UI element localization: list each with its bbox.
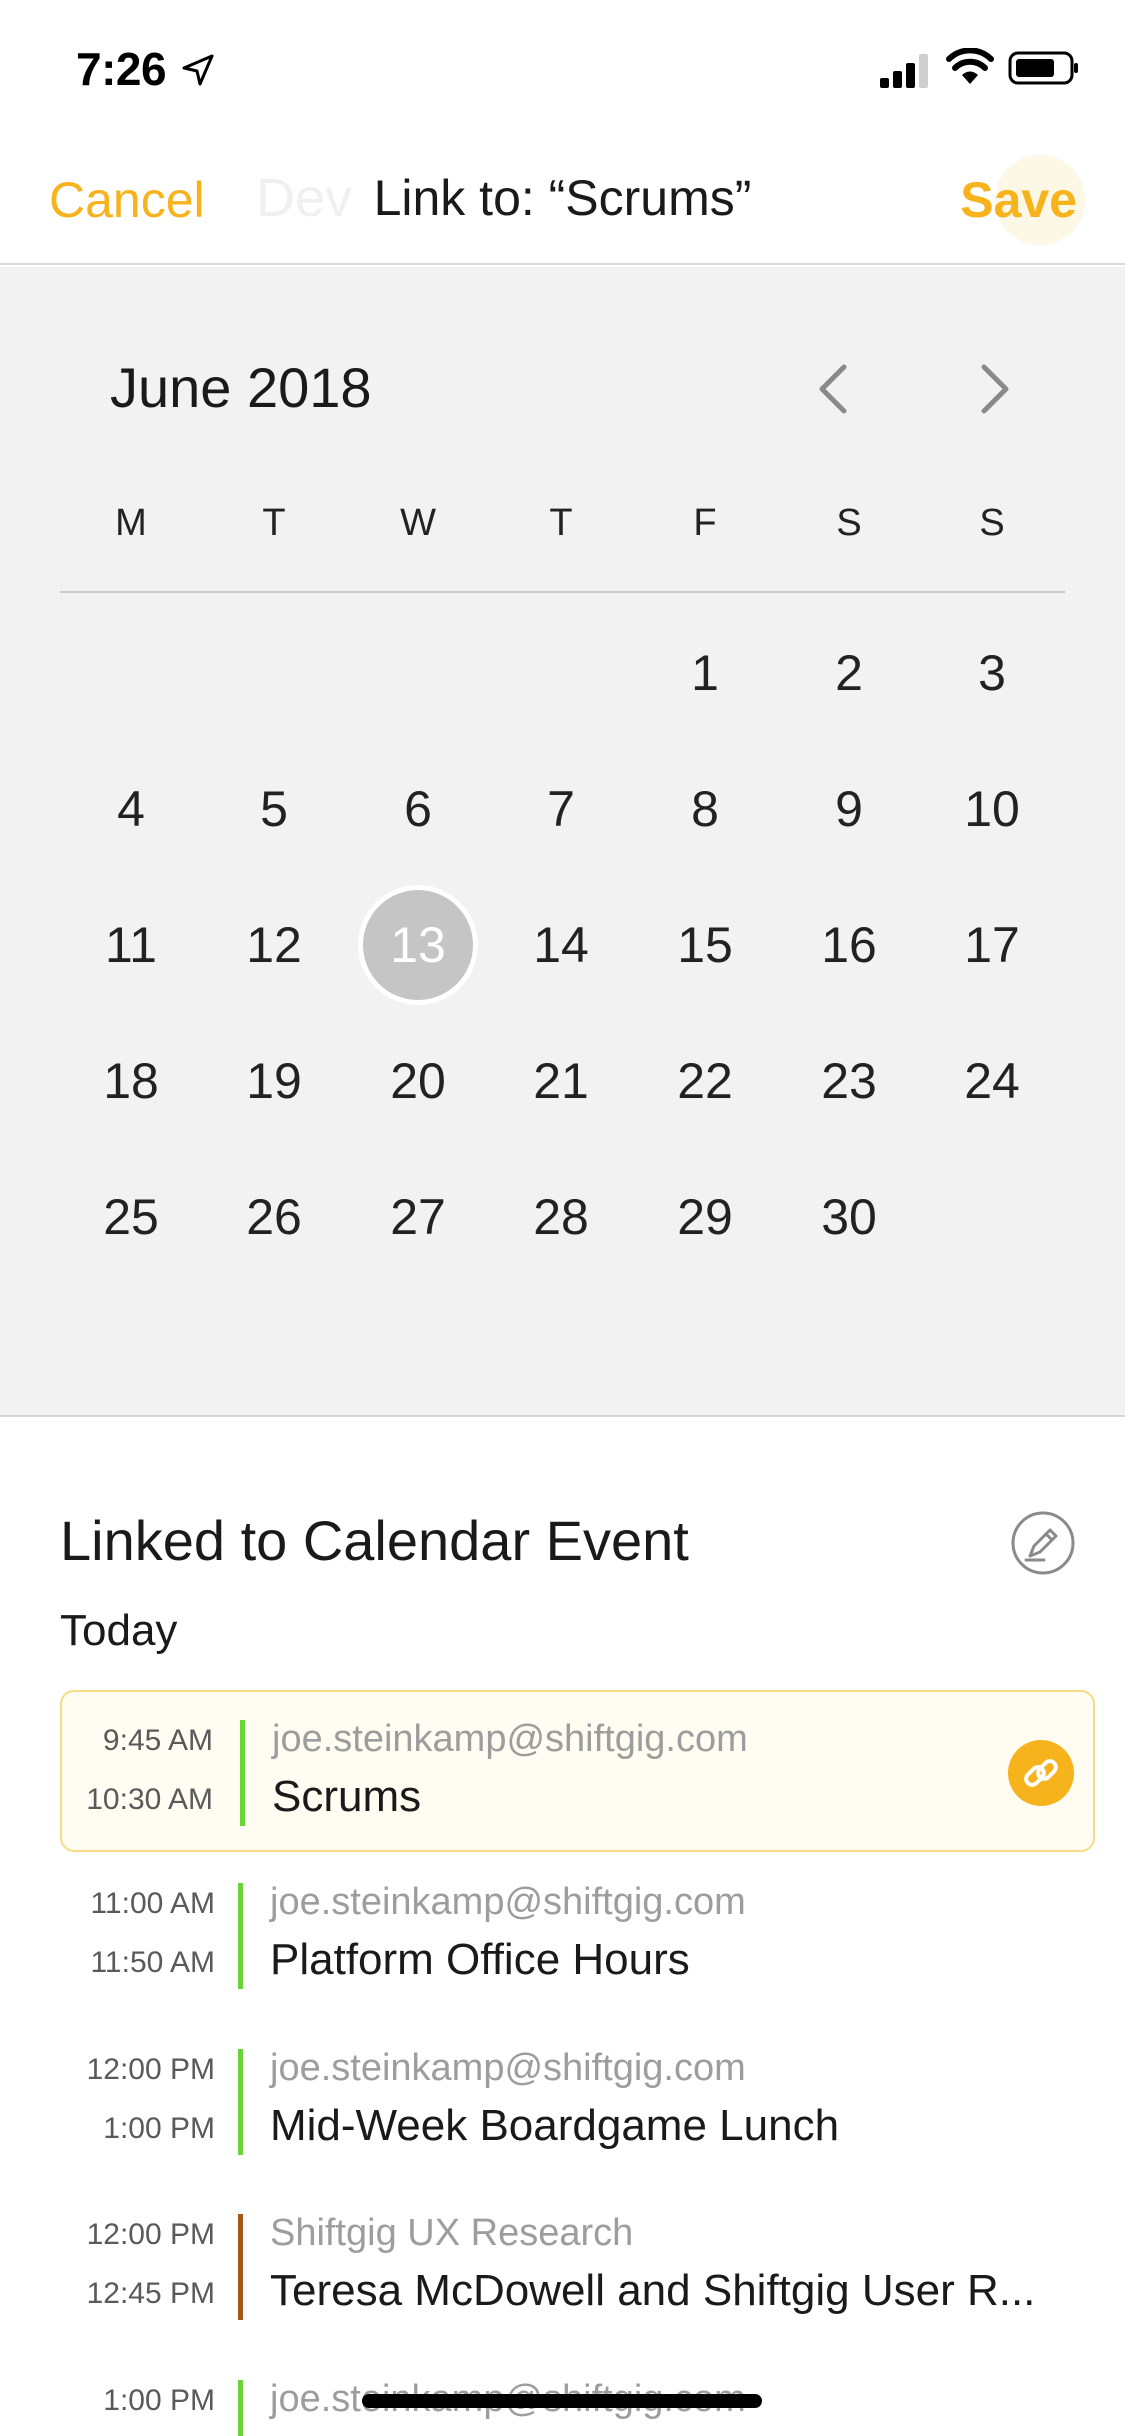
day-grid: 1 2 3 4 5 6 7 8 9 10 11 12 13 14 15 16 17 18 19 20 21 22 23 24 2… <box>0 267 1125 1417</box>
event-start-time: 12:00 PM <box>86 2053 215 2086</box>
calendar-day[interactable]: 11 <box>71 885 191 1005</box>
linked-events-section: Linked to Calendar Event Today 9:45 AM 10… <box>0 1418 1125 2436</box>
calendar-day[interactable]: 20 <box>358 1021 478 1141</box>
calendar-day[interactable]: 4 <box>71 749 191 869</box>
status-time: 7:26 <box>76 43 167 95</box>
event-end-time: 10:30 AM <box>86 1783 213 1816</box>
event-color-bar <box>238 2380 243 2436</box>
event-calendar-name: joe.steinkamp@shiftgig.com <box>270 2047 746 2089</box>
calendar-day[interactable]: 29 <box>645 1157 765 1277</box>
calendar-panel: June 2018 MTWTFSS 1 2 3 4 5 6 7 8 9 10 11 12 13 14 15 1… <box>0 267 1125 1417</box>
calendar-day[interactable]: 1 <box>645 613 765 733</box>
event-title: Platform Office Hours <box>270 1935 690 1984</box>
event-title: Scrums <box>272 1772 422 1821</box>
event-color-bar <box>238 1883 243 1989</box>
calendar-day[interactable]: 8 <box>645 749 765 869</box>
calendar-day[interactable]: 27 <box>358 1157 478 1277</box>
calendar-day[interactable]: 10 <box>932 749 1052 869</box>
location-arrow-icon <box>182 54 214 86</box>
event-start-time: 9:45 AM <box>102 1724 213 1757</box>
calendar-day[interactable]: 14 <box>501 885 621 1005</box>
calendar-day[interactable]: 17 <box>932 885 1052 1005</box>
wifi-icon <box>946 48 994 84</box>
calendar-day[interactable]: 15 <box>645 885 765 1005</box>
section-title: Linked to Calendar Event <box>60 1509 689 1572</box>
calendar-day[interactable]: 18 <box>71 1021 191 1141</box>
event-calendar-name: joe.steinkamp@shiftgig.com <box>272 1718 748 1760</box>
calendar-day[interactable]: 2 <box>789 613 909 733</box>
calendar-day[interactable]: 23 <box>789 1021 909 1141</box>
calendar-day[interactable]: 30 <box>789 1157 909 1277</box>
event-row[interactable]: 11:00 AM 11:50 AM joe.steinkamp@shiftgig.c… <box>60 1855 1095 2017</box>
battery-icon <box>1008 51 1078 85</box>
event-row[interactable]: 9:45 AM 10:30 AM joe.steinkamp@shiftgig.co… <box>60 1690 1095 1852</box>
save-button[interactable]: Save <box>960 171 1077 229</box>
edit-icon[interactable] <box>1010 1510 1076 1576</box>
event-color-bar <box>238 2214 243 2320</box>
page-title: Link to: “Scrums” <box>373 170 752 226</box>
calendar-day[interactable]: 19 <box>214 1021 334 1141</box>
event-calendar-name: joe.steinkamp@shiftgig.com <box>270 1881 746 1923</box>
event-color-bar <box>240 1720 245 1826</box>
event-calendar-name: Shiftgig UX Research <box>270 2212 634 2254</box>
calendar-day[interactable]: 12 <box>214 885 334 1005</box>
event-start-time: 12:00 PM <box>86 2218 215 2251</box>
calendar-day[interactable]: 22 <box>645 1021 765 1141</box>
signal-icon <box>880 54 928 88</box>
calendar-day[interactable]: 21 <box>501 1021 621 1141</box>
event-start-time: 1:00 PM <box>103 2384 215 2417</box>
event-color-bar <box>238 2049 243 2155</box>
calendar-day[interactable]: 9 <box>789 749 909 869</box>
calendar-day[interactable]: 7 <box>501 749 621 869</box>
home-indicator[interactable] <box>362 2394 762 2408</box>
link-icon[interactable] <box>1008 1740 1074 1806</box>
event-end-time: 11:50 AM <box>90 1946 215 1979</box>
status-bar: 7:26 <box>0 0 1125 135</box>
calendar-day[interactable]: 28 <box>501 1157 621 1277</box>
event-end-time: 1:00 PM <box>103 2112 215 2145</box>
event-row[interactable]: 12:00 PM 12:45 PM Shiftgig UX Research Tere… <box>60 2186 1095 2348</box>
calendar-day[interactable]: 24 <box>932 1021 1052 1141</box>
day-label: Today <box>60 1606 178 1655</box>
calendar-day[interactable]: 6 <box>358 749 478 869</box>
event-end-time: 12:45 PM <box>86 2277 215 2310</box>
calendar-day[interactable]: 25 <box>71 1157 191 1277</box>
event-title: Mid-Week Boardgame Lunch <box>270 2101 840 2150</box>
calendar-day-selected[interactable]: 13 <box>358 885 478 1005</box>
event-row[interactable]: 12:00 PM 1:00 PM joe.steinkamp@shiftgig.co… <box>60 2021 1095 2183</box>
calendar-day[interactable]: 26 <box>214 1157 334 1277</box>
calendar-day[interactable]: 5 <box>214 749 334 869</box>
nav-bar: Dev Cancel Link to: “Scrums” Save <box>0 135 1125 265</box>
event-title: Teresa McDowell and Shiftgig User R... <box>270 2266 1036 2315</box>
calendar-day[interactable]: 3 <box>932 613 1052 733</box>
event-start-time: 11:00 AM <box>90 1887 215 1920</box>
calendar-day[interactable]: 16 <box>789 885 909 1005</box>
